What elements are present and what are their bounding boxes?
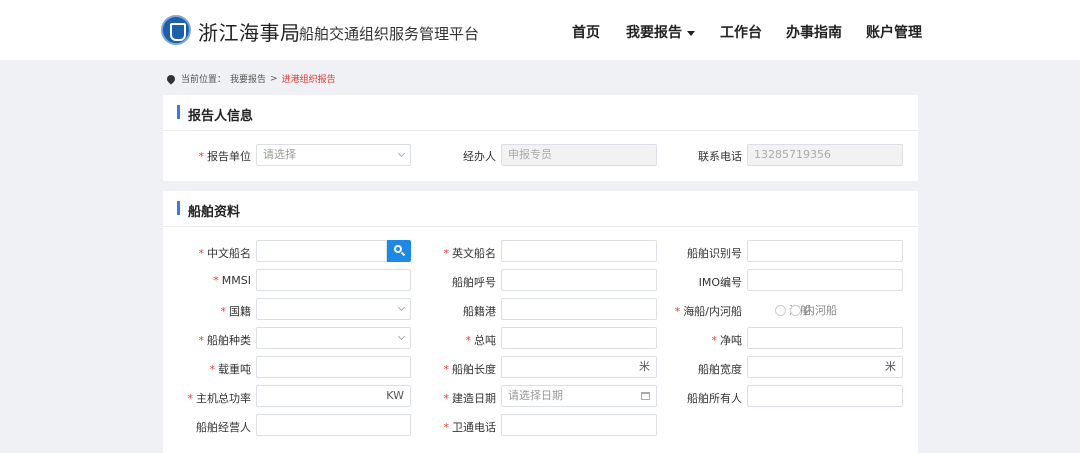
owner-input[interactable] <box>747 385 903 407</box>
width-input[interactable]: 米 <box>747 356 903 378</box>
ship-type-select[interactable] <box>256 327 411 349</box>
top-header: 浙江海事局 船舶交通组织服务管理平台 首页 我要报告 工作台 办事指南 账户管理 <box>0 0 1080 60</box>
msa-logo-icon <box>161 15 191 45</box>
breadcrumb: 当前位置： 我要报告 > 进港组织报告 <box>165 72 336 85</box>
mmsi-label: * MMSI <box>213 274 251 287</box>
unit-select[interactable]: 请选择 <box>256 144 411 166</box>
port-registry-input[interactable] <box>501 298 657 320</box>
nav-account[interactable]: 账户管理 <box>866 22 922 42</box>
sat-phone-label: * 卫通电话 <box>443 421 497 434</box>
radio-river-ship[interactable]: 内河船 <box>790 302 837 318</box>
ship-id-input[interactable] <box>747 240 903 262</box>
call-sign-input[interactable] <box>501 269 657 291</box>
sea-river-label: * 海船/内河船 <box>674 305 742 318</box>
nav-guide[interactable]: 办事指南 <box>786 22 842 42</box>
reporter-section-title: 报告人信息 <box>188 109 254 124</box>
brand-name: 浙江海事局 <box>198 21 301 45</box>
en-name-label: * 英文船名 <box>443 247 497 260</box>
ship-type-label: * 船舶种类 <box>198 334 252 347</box>
gross-tonnage-label: * 总吨 <box>465 334 497 347</box>
width-label: 船舶宽度 <box>698 363 742 376</box>
breadcrumb-current: 进港组织报告 <box>281 75 336 85</box>
breadcrumb-prefix: 当前位置： <box>181 75 227 85</box>
radio-circle <box>790 304 801 316</box>
handler-label: 经办人 <box>463 150 496 163</box>
ship-panel-header: 船舶资料 <box>163 191 918 227</box>
section-marker <box>177 105 180 119</box>
cn-name-label: * 中文船名 <box>198 247 252 260</box>
operator-label: 船舶经营人 <box>196 421 251 434</box>
ship-panel: 船舶资料 * 中文船名 * 英文船名 船舶识别号 * MMSI 船舶呼号 IMO编号 … <box>163 191 918 453</box>
unit-label: * 报告单位 <box>198 150 252 163</box>
main-power-input[interactable]: KW <box>256 385 411 407</box>
ship-id-label: 船舶识别号 <box>687 247 742 260</box>
net-tonnage-label: * 净吨 <box>711 334 743 347</box>
build-date-label: * 建造日期 <box>443 392 497 405</box>
section-marker <box>177 201 180 215</box>
nationality-select[interactable] <box>256 298 411 320</box>
sat-phone-input[interactable] <box>501 414 657 436</box>
platform-name: 船舶交通组织服务管理平台 <box>299 25 480 43</box>
nav-report[interactable]: 我要报告 <box>626 22 695 42</box>
handler-field: 申报专员 <box>501 144 657 166</box>
radio-circle <box>775 304 786 316</box>
call-sign-label: 船舶呼号 <box>452 276 496 289</box>
ship-section-title: 船舶资料 <box>188 205 241 220</box>
nationality-label: * 国籍 <box>220 305 252 318</box>
reporter-panel: 报告人信息 * 报告单位 请选择 经办人 申报专员 联系电话 1328571935… <box>163 95 918 181</box>
deadweight-input[interactable] <box>256 356 411 378</box>
deadweight-label: * 载重吨 <box>209 363 252 376</box>
nav-home[interactable]: 首页 <box>572 22 600 42</box>
width-unit: 米 <box>885 360 896 373</box>
operator-input[interactable] <box>256 414 411 436</box>
owner-label: 船舶所有人 <box>687 392 742 405</box>
caret-down-icon <box>687 30 695 36</box>
gross-tonnage-input[interactable] <box>501 327 657 349</box>
phone-field: 13285719356 <box>747 144 903 166</box>
phone-label: 联系电话 <box>698 150 742 163</box>
main-power-label: * 主机总功率 <box>187 392 252 405</box>
nav-workbench[interactable]: 工作台 <box>720 22 762 42</box>
length-input[interactable]: 米 <box>501 356 657 378</box>
cn-name-input[interactable] <box>256 240 387 262</box>
imo-input[interactable] <box>747 269 903 291</box>
breadcrumb-separator: > <box>270 73 278 84</box>
breadcrumb-parent[interactable]: 我要报告 <box>230 72 266 85</box>
mmsi-input[interactable] <box>256 269 411 291</box>
port-registry-label: 船籍港 <box>463 305 496 318</box>
imo-label: IMO编号 <box>698 276 742 289</box>
en-name-input[interactable] <box>501 240 657 262</box>
build-date-picker[interactable]: 请选择日期 <box>501 385 657 407</box>
net-tonnage-input[interactable] <box>747 327 903 349</box>
location-pin-icon <box>165 72 177 85</box>
length-label: * 船舶长度 <box>443 363 497 376</box>
reporter-panel-header: 报告人信息 <box>163 95 918 131</box>
